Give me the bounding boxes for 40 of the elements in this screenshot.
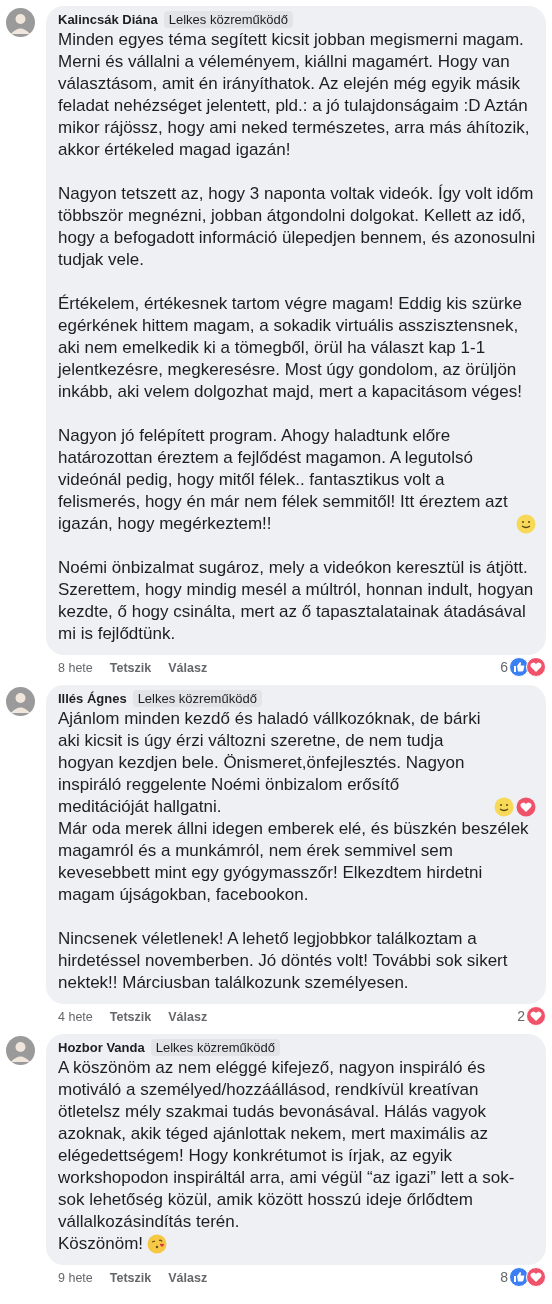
reply-link[interactable]: Válasz: [168, 1271, 208, 1285]
author-name[interactable]: Illés Ágnes: [58, 691, 127, 706]
comment-text: Ajánlom minden kezdő és haladó vállkozóknak, de bárki aki kicsit is úgy érzi változni szeretne, de nem tudja hogyan kezdjen bele. Önismeret,önfejlesztés. Nagyon inspiráló reggelente Noémi önbizalom erősítő meditációját hallgatni.: [58, 708, 482, 818]
like-link[interactable]: Tetszik: [109, 1010, 152, 1024]
avatar[interactable]: [6, 687, 35, 716]
comment-text: Már oda merek állni idegen emberek elé, és büszkén beszélek magamról és a munkámról, nem érek semmivel sem kevesebbett mint egy gyógymasszőr! Elkezdtem hirdetni magam újságokban, facebookon.: [58, 818, 530, 906]
author-name[interactable]: Kalincsák Diána: [58, 12, 158, 27]
reaction-count[interactable]: 8: [500, 1269, 508, 1285]
comment-text: Értékelem, értékesnek tartom végre magam! Eddig kis szürke egérkének hittem magam, a sokadik virtuális asszisztensnek, aki nem emelkedik ki a tömegből, örül ha választ kap 1-1 jelentkezésre, megkeresésre. Most úgy gondolom, az örüljön inkább, aki velem dolgozhat majd, mert a kapacitásom véges!: [58, 293, 523, 403]
like-reaction-icon: [509, 657, 529, 677]
heart-reaction-icon: [526, 1006, 546, 1026]
comment-text: Nincsenek véletlenek! A lehető legjobbkor találkoztam a hirdetéssel novemberben. Jó döntés volt! További sok sikert nektek!! Márciusban találkozunk személyesen.: [58, 928, 509, 994]
comment-time[interactable]: 4 hete: [58, 1010, 93, 1024]
heart-emoji-icon: [516, 797, 536, 817]
contributor-badge: Lelkes közreműködő: [150, 1039, 280, 1056]
smile-emoji-icon: [516, 514, 536, 534]
comment-text: Köszönöm!: [58, 1233, 144, 1255]
contributor-badge: Lelkes közreműködő: [132, 690, 262, 707]
comment-text: A köszönöm az nem eléggé kifejező, nagyon inspiráló és motiváló a személyed/hozzáállásod, rendkívül kreatívan ötletelsz mély szakmai tudás bevonásával. Hálás vagyok azoknak, akik téged ajánlottak nekem, mert maximális az elégedettségem! Hogy konkrétumot is írjak, az egyik workshopodon inspiráltál arra, ami végül “az igazi” lett a sok-sok lehetőség közül, amik között hosszú ideje őrlődtem vállalkozásindítás terén.: [58, 1057, 516, 1233]
avatar[interactable]: [6, 8, 35, 37]
reaction-count[interactable]: 6: [500, 659, 508, 675]
heart-reaction-icon: [526, 657, 546, 677]
comment-text: Minden egyes téma segített kicsit jobban megismerni magam. Merni és vállalni a véleményem, kiállni magamért. Hogy van választásom, amit én irányíthatok. Az elején még egyik másik feladat nehézséget jelentett, pld.: a jó tulajdonságaim :D Aztán mikor rájössz, hogy ami neked természetes, arra más áhítozik, akkor értékeled magad igazán!: [58, 29, 531, 161]
like-reaction-icon: [509, 1267, 529, 1287]
comment-text: Noémi önbizalmat sugároz, mely a videókon keresztül is átjött. Szerettem, hogy mindig mesél a múltról, honnan indult, hogyan kezdte, ő hogy csinálta, mert az ő tapasztalatainak átadásával mi is fejlődtünk.: [58, 557, 535, 645]
smile-emoji-icon: [494, 797, 514, 817]
like-link[interactable]: Tetszik: [109, 661, 152, 675]
avatar[interactable]: [6, 1036, 35, 1065]
contributor-badge: Lelkes közreműködő: [163, 11, 293, 28]
reply-link[interactable]: Válasz: [168, 1010, 208, 1024]
comment-text: Nagyon tetszett az, hogy 3 naponta voltak videók. Így volt időm többször megnézni, jobban átgondolni dolgokat. Kellett az idő, hogy a befogadott információ ülepedjen bennem, és azonosulni tudjak vele.: [58, 183, 536, 271]
comment-text: Nagyon jó felépített program. Ahogy haladtunk előre határozottan éreztem a fejlődést magamon. A legutolsó videónál pedig, hogy mitől félek.. fantasztikus volt a felismerés, hogy én már nem félek semmitől! Itt éreztem azt igazán, hogy megérkeztem!!: [58, 425, 509, 535]
like-link[interactable]: Tetszik: [109, 1271, 152, 1285]
heart-reaction-icon: [526, 1267, 546, 1287]
reply-link[interactable]: Válasz: [168, 661, 208, 675]
author-name[interactable]: Hozbor Vanda: [58, 1040, 145, 1055]
reaction-count[interactable]: 2: [517, 1008, 525, 1024]
comment-time[interactable]: 9 hete: [58, 1271, 93, 1285]
kiss-emoji-icon: [147, 1234, 168, 1254]
comment-time[interactable]: 8 hete: [58, 661, 93, 675]
